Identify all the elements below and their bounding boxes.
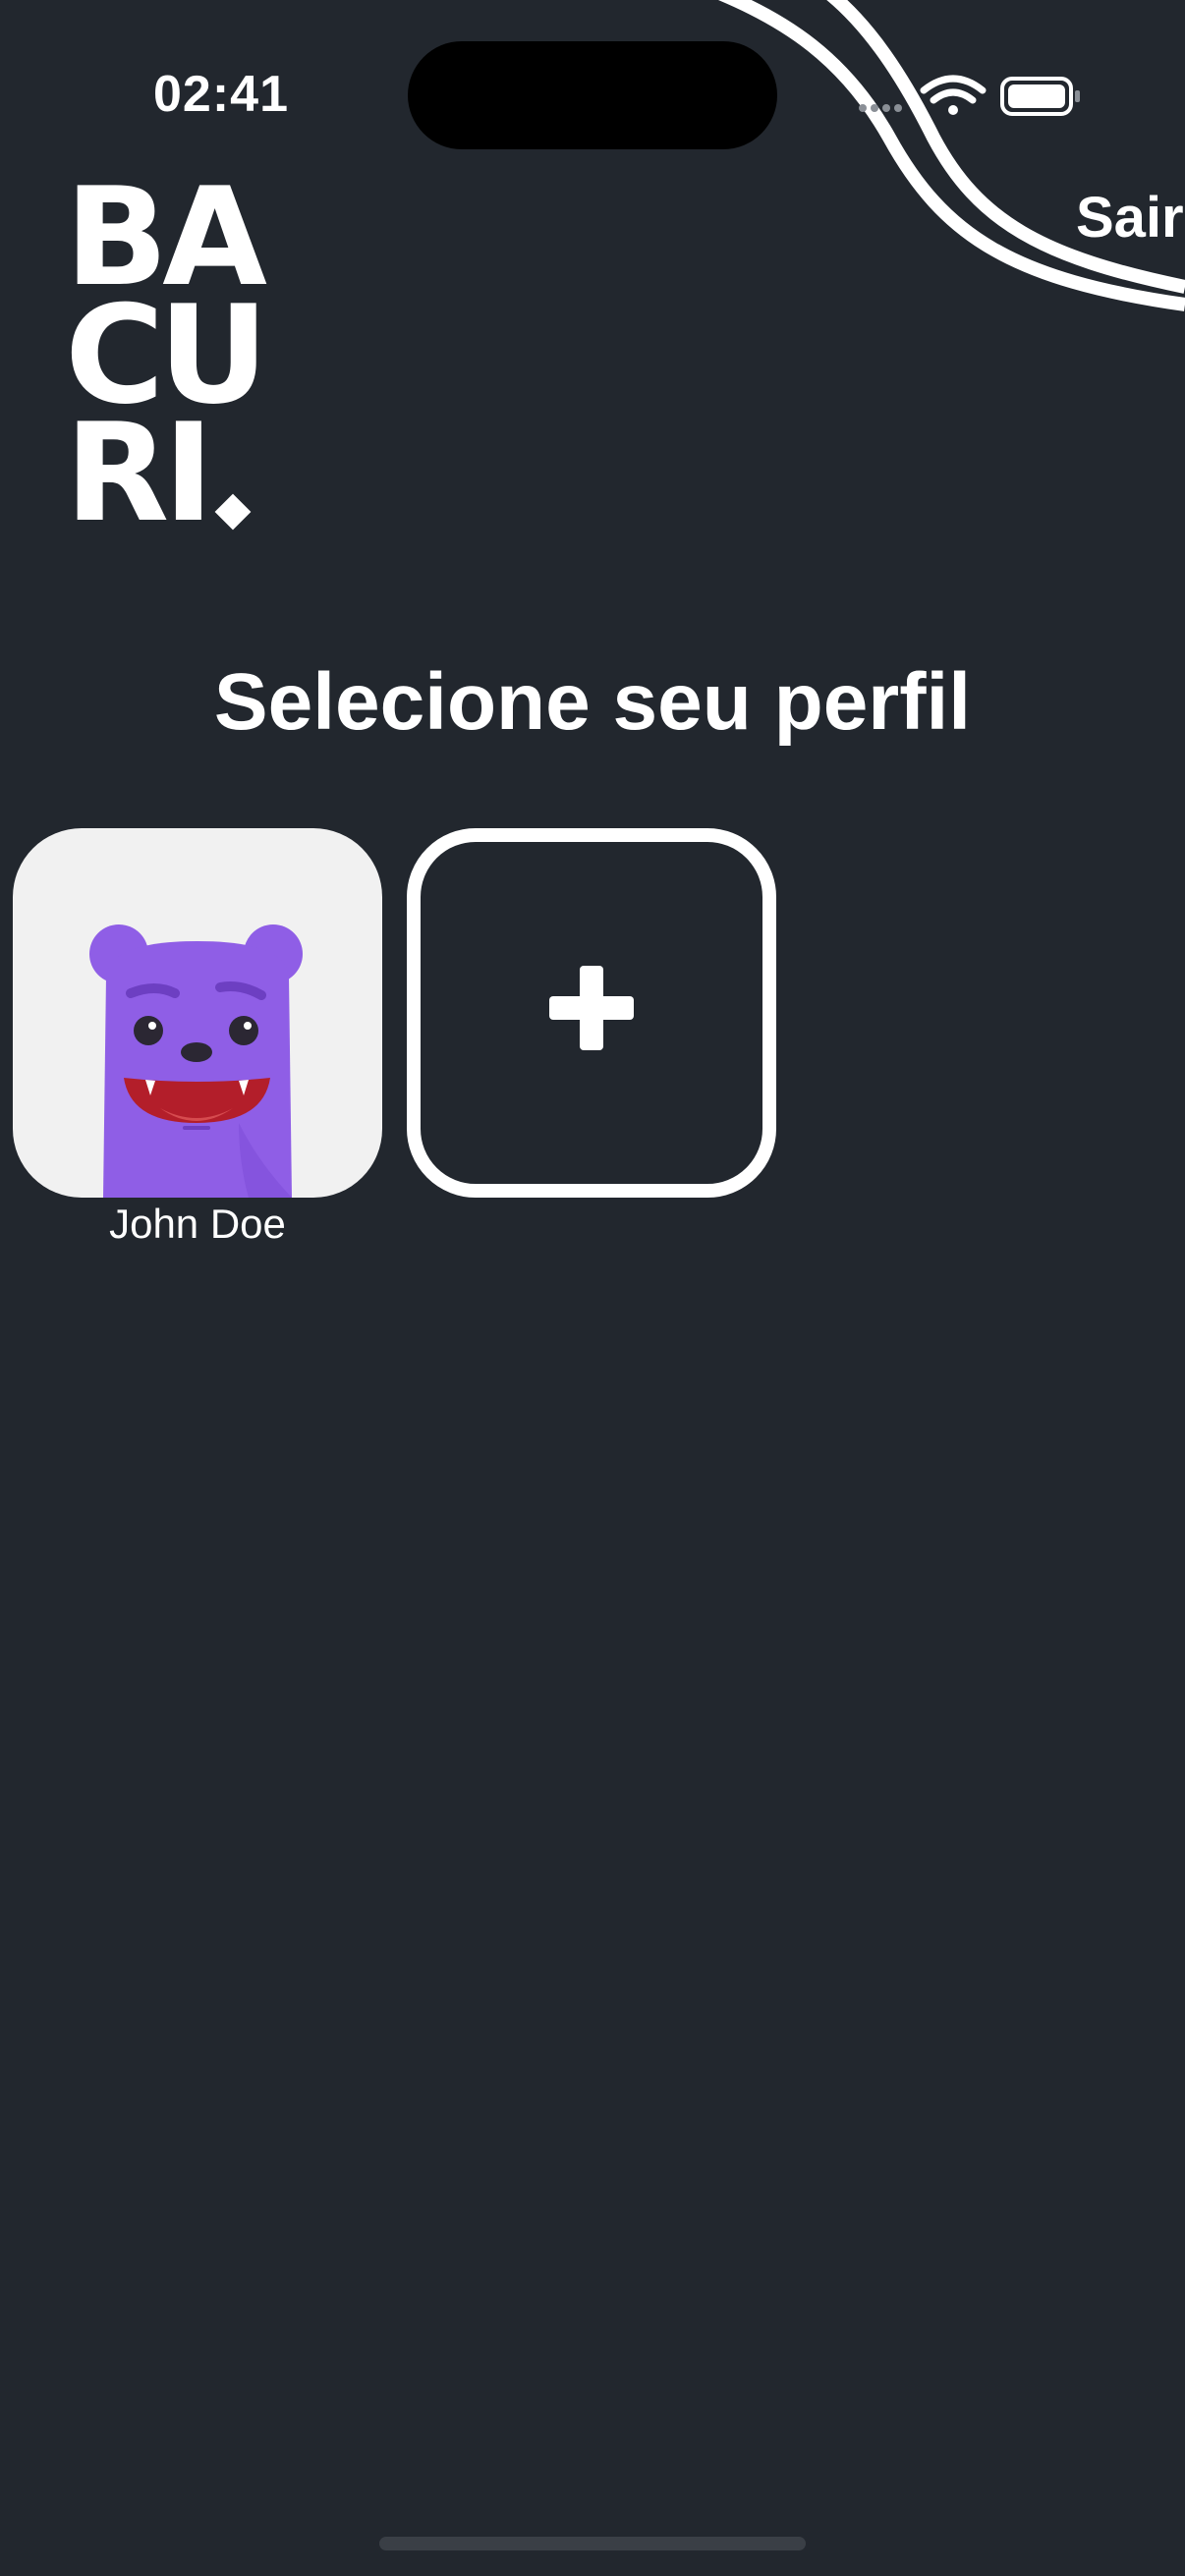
cellular-icon [859,104,902,112]
logo-line-3: RI [65,394,214,552]
profile-name: John Doe [109,1201,286,1247]
purple-monster-avatar-icon [89,924,303,1198]
plus-icon-bar [549,996,634,1020]
profile-card-john-doe[interactable] [13,828,382,1198]
status-bar-time: 02:41 [153,66,289,123]
dynamic-island [408,41,777,149]
bacuri-logo: BA CU RI [65,170,310,552]
home-indicator[interactable] [379,2537,806,2550]
add-profile-button[interactable] [407,828,776,1198]
battery-icon [1000,77,1080,116]
wifi-icon [920,75,987,115]
page-title: Selecione seu perfil [213,657,972,747]
logout-button[interactable]: Sair [1076,185,1184,251]
status-bar-icons [859,75,1080,116]
